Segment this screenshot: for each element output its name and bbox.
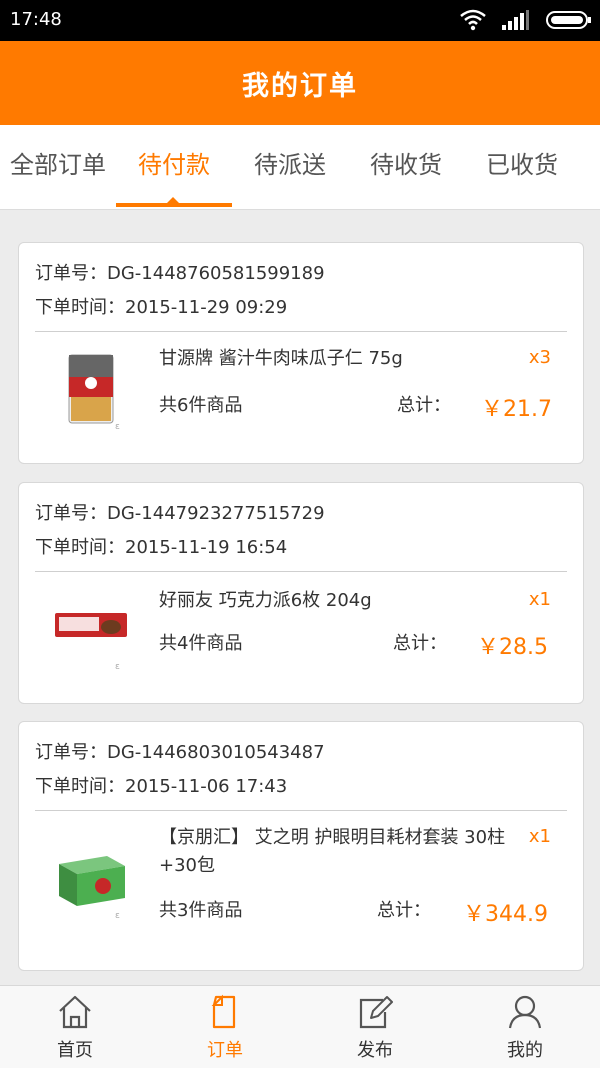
product-name: 【京朋汇】 艾之明 护眼明目耗材套装 30柱+30包	[159, 827, 506, 876]
wifi-icon	[460, 9, 486, 35]
user-icon	[505, 992, 545, 1032]
tab-pending-delivery[interactable]: 待派送	[232, 125, 348, 209]
item-count: 共4件商品	[159, 633, 243, 654]
status-bar: 17:48	[0, 0, 600, 41]
order-number: 订单号：DG-1448760581599189	[35, 263, 325, 284]
nav-label: 首页	[57, 1040, 93, 1061]
total-label: 总计：	[393, 633, 447, 654]
page-title: 我的订单	[242, 70, 358, 102]
bottom-nav: 首页 订单 发布 我的	[0, 985, 600, 1068]
order-card[interactable]: 订单号：DG-1448760581599189 下单时间：2015-11-29 …	[18, 242, 584, 464]
product-name: 好丽友 巧克力派6枚 204g	[159, 590, 372, 611]
order-time: 下单时间：2015-11-29 09:29	[35, 297, 288, 318]
nav-item-orders[interactable]: 订单	[150, 986, 300, 1068]
order-time: 下单时间：2015-11-06 17:43	[35, 776, 288, 797]
total-price: ￥21.7	[481, 397, 552, 422]
order-tab-bar: 全部订单 待付款 待派送 待收货 已收货	[0, 125, 600, 210]
status-icons	[460, 9, 592, 33]
product-quantity: x3	[528, 347, 551, 368]
divider	[35, 810, 567, 811]
order-card[interactable]: 订单号：DG-1446803010543487 下单时间：2015-11-06 …	[18, 721, 584, 971]
product-image[interactable]: ε	[49, 838, 133, 922]
product-image[interactable]: ε	[49, 591, 133, 675]
tab-all-orders[interactable]: 全部订单	[0, 125, 116, 209]
order-number: 订单号：DG-1447923277515729	[35, 503, 325, 524]
svg-text:ε: ε	[115, 662, 120, 672]
home-icon	[55, 992, 95, 1032]
app-header: 我的订单	[0, 41, 600, 125]
product-image[interactable]: ε	[49, 349, 133, 433]
order-number: 订单号：DG-1446803010543487	[35, 742, 325, 763]
nav-label: 我的	[507, 1040, 543, 1061]
total-price: ￥344.9	[463, 902, 548, 927]
item-count: 共3件商品	[159, 900, 243, 921]
total-price: ￥28.5	[477, 635, 548, 660]
divider	[35, 331, 567, 332]
nav-item-publish[interactable]: 发布	[300, 986, 450, 1068]
order-icon	[205, 992, 245, 1032]
battery-icon	[546, 10, 592, 34]
nav-label: 发布	[357, 1040, 393, 1061]
order-card[interactable]: 订单号：DG-1447923277515729 下单时间：2015-11-19 …	[18, 482, 584, 704]
item-count: 共6件商品	[159, 395, 243, 416]
nav-item-me[interactable]: 我的	[450, 986, 600, 1068]
svg-text:ε: ε	[115, 422, 120, 432]
signal-icon	[501, 10, 529, 34]
svg-text:ε: ε	[115, 911, 120, 921]
nav-item-home[interactable]: 首页	[0, 986, 150, 1068]
divider	[35, 571, 567, 572]
tab-received[interactable]: 已收货	[464, 125, 580, 209]
active-tab-caret	[167, 197, 179, 203]
active-tab-indicator	[116, 203, 232, 207]
total-label: 总计：	[377, 900, 431, 921]
product-name: 甘源牌 酱汁牛肉味瓜子仁 75g	[159, 348, 403, 369]
total-label: 总计：	[397, 395, 451, 416]
product-quantity: x1	[528, 589, 551, 610]
nav-label: 订单	[207, 1040, 243, 1061]
tab-pending-receipt[interactable]: 待收货	[348, 125, 464, 209]
product-quantity: x1	[528, 826, 551, 847]
status-time: 17:48	[10, 9, 62, 30]
order-time: 下单时间：2015-11-19 16:54	[35, 537, 288, 558]
edit-icon	[355, 992, 395, 1032]
